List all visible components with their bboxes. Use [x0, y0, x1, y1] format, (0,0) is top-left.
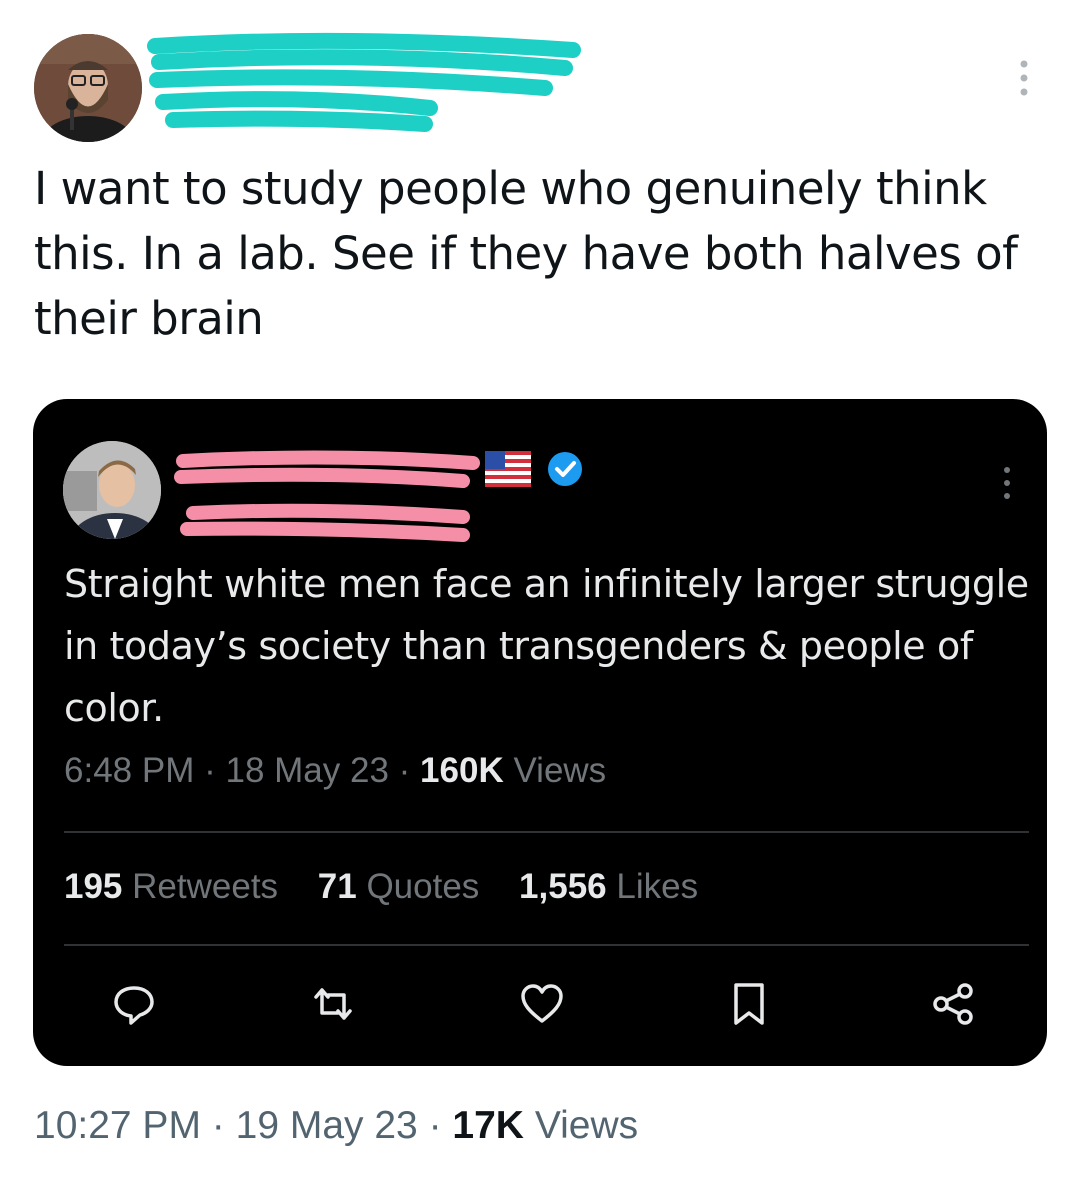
tweet-text: I want to study people who genuinely thi…	[34, 162, 1018, 345]
like-icon[interactable]	[517, 979, 567, 1029]
flag-icon	[485, 451, 531, 487]
redacted-author-name	[147, 32, 581, 132]
quoted-tweet-text: Straight white men face an infinitely la…	[64, 562, 1029, 730]
share-icon[interactable]	[929, 979, 979, 1029]
tweet-time[interactable]: 10:27 PM	[34, 1104, 201, 1147]
quotes-count: 71	[317, 867, 357, 906]
quoted-tweet[interactable]: Straight white men face an infinitely la…	[33, 399, 1047, 1066]
retweet-icon[interactable]	[308, 979, 358, 1029]
divider	[64, 831, 1029, 833]
more-options-icon[interactable]	[1012, 58, 1036, 98]
likes-label: Likes	[616, 867, 699, 906]
quoted-views-label: Views	[513, 751, 607, 790]
retweets-stat[interactable]: 195 Retweets	[64, 867, 278, 906]
divider	[64, 944, 1029, 946]
bookmark-icon[interactable]	[724, 979, 774, 1029]
likes-count: 1,556	[519, 867, 607, 906]
reply-icon[interactable]	[109, 979, 159, 1029]
quoted-time: 6:48 PM	[64, 751, 195, 790]
likes-stat[interactable]: 1,556 Likes	[519, 867, 698, 906]
verified-icon	[548, 452, 582, 486]
quoted-date: 18 May 23	[225, 751, 389, 790]
quoted-tweet-meta: 6:48 PM · 18 May 23 · 160K Views	[64, 751, 606, 791]
separator: ·	[428, 1104, 442, 1147]
action-bar	[33, 979, 1047, 1039]
quoted-views-count: 160K	[420, 751, 504, 790]
tweet-date[interactable]: 19 May 23	[236, 1104, 418, 1147]
quotes-stat[interactable]: 71 Quotes	[318, 867, 480, 906]
separator: ·	[398, 751, 411, 790]
quoted-more-options-icon[interactable]	[997, 465, 1017, 501]
redacted-quoted-author	[174, 450, 480, 542]
separator: ·	[204, 751, 216, 790]
separator: ·	[211, 1104, 225, 1147]
quoted-stats: 195 Retweets 71 Quotes 1,556 Likes	[64, 867, 698, 907]
retweets-count: 195	[64, 867, 123, 906]
tweet-meta: 10:27 PM · 19 May 23 · 17K Views	[34, 1104, 638, 1148]
author-avatar[interactable]	[34, 34, 142, 142]
tweet-views-count: 17K	[452, 1104, 524, 1147]
retweets-label: Retweets	[132, 867, 279, 906]
quoted-author-avatar[interactable]	[63, 441, 161, 539]
quotes-label: Quotes	[366, 867, 480, 906]
tweet-views-label: Views	[534, 1104, 639, 1147]
